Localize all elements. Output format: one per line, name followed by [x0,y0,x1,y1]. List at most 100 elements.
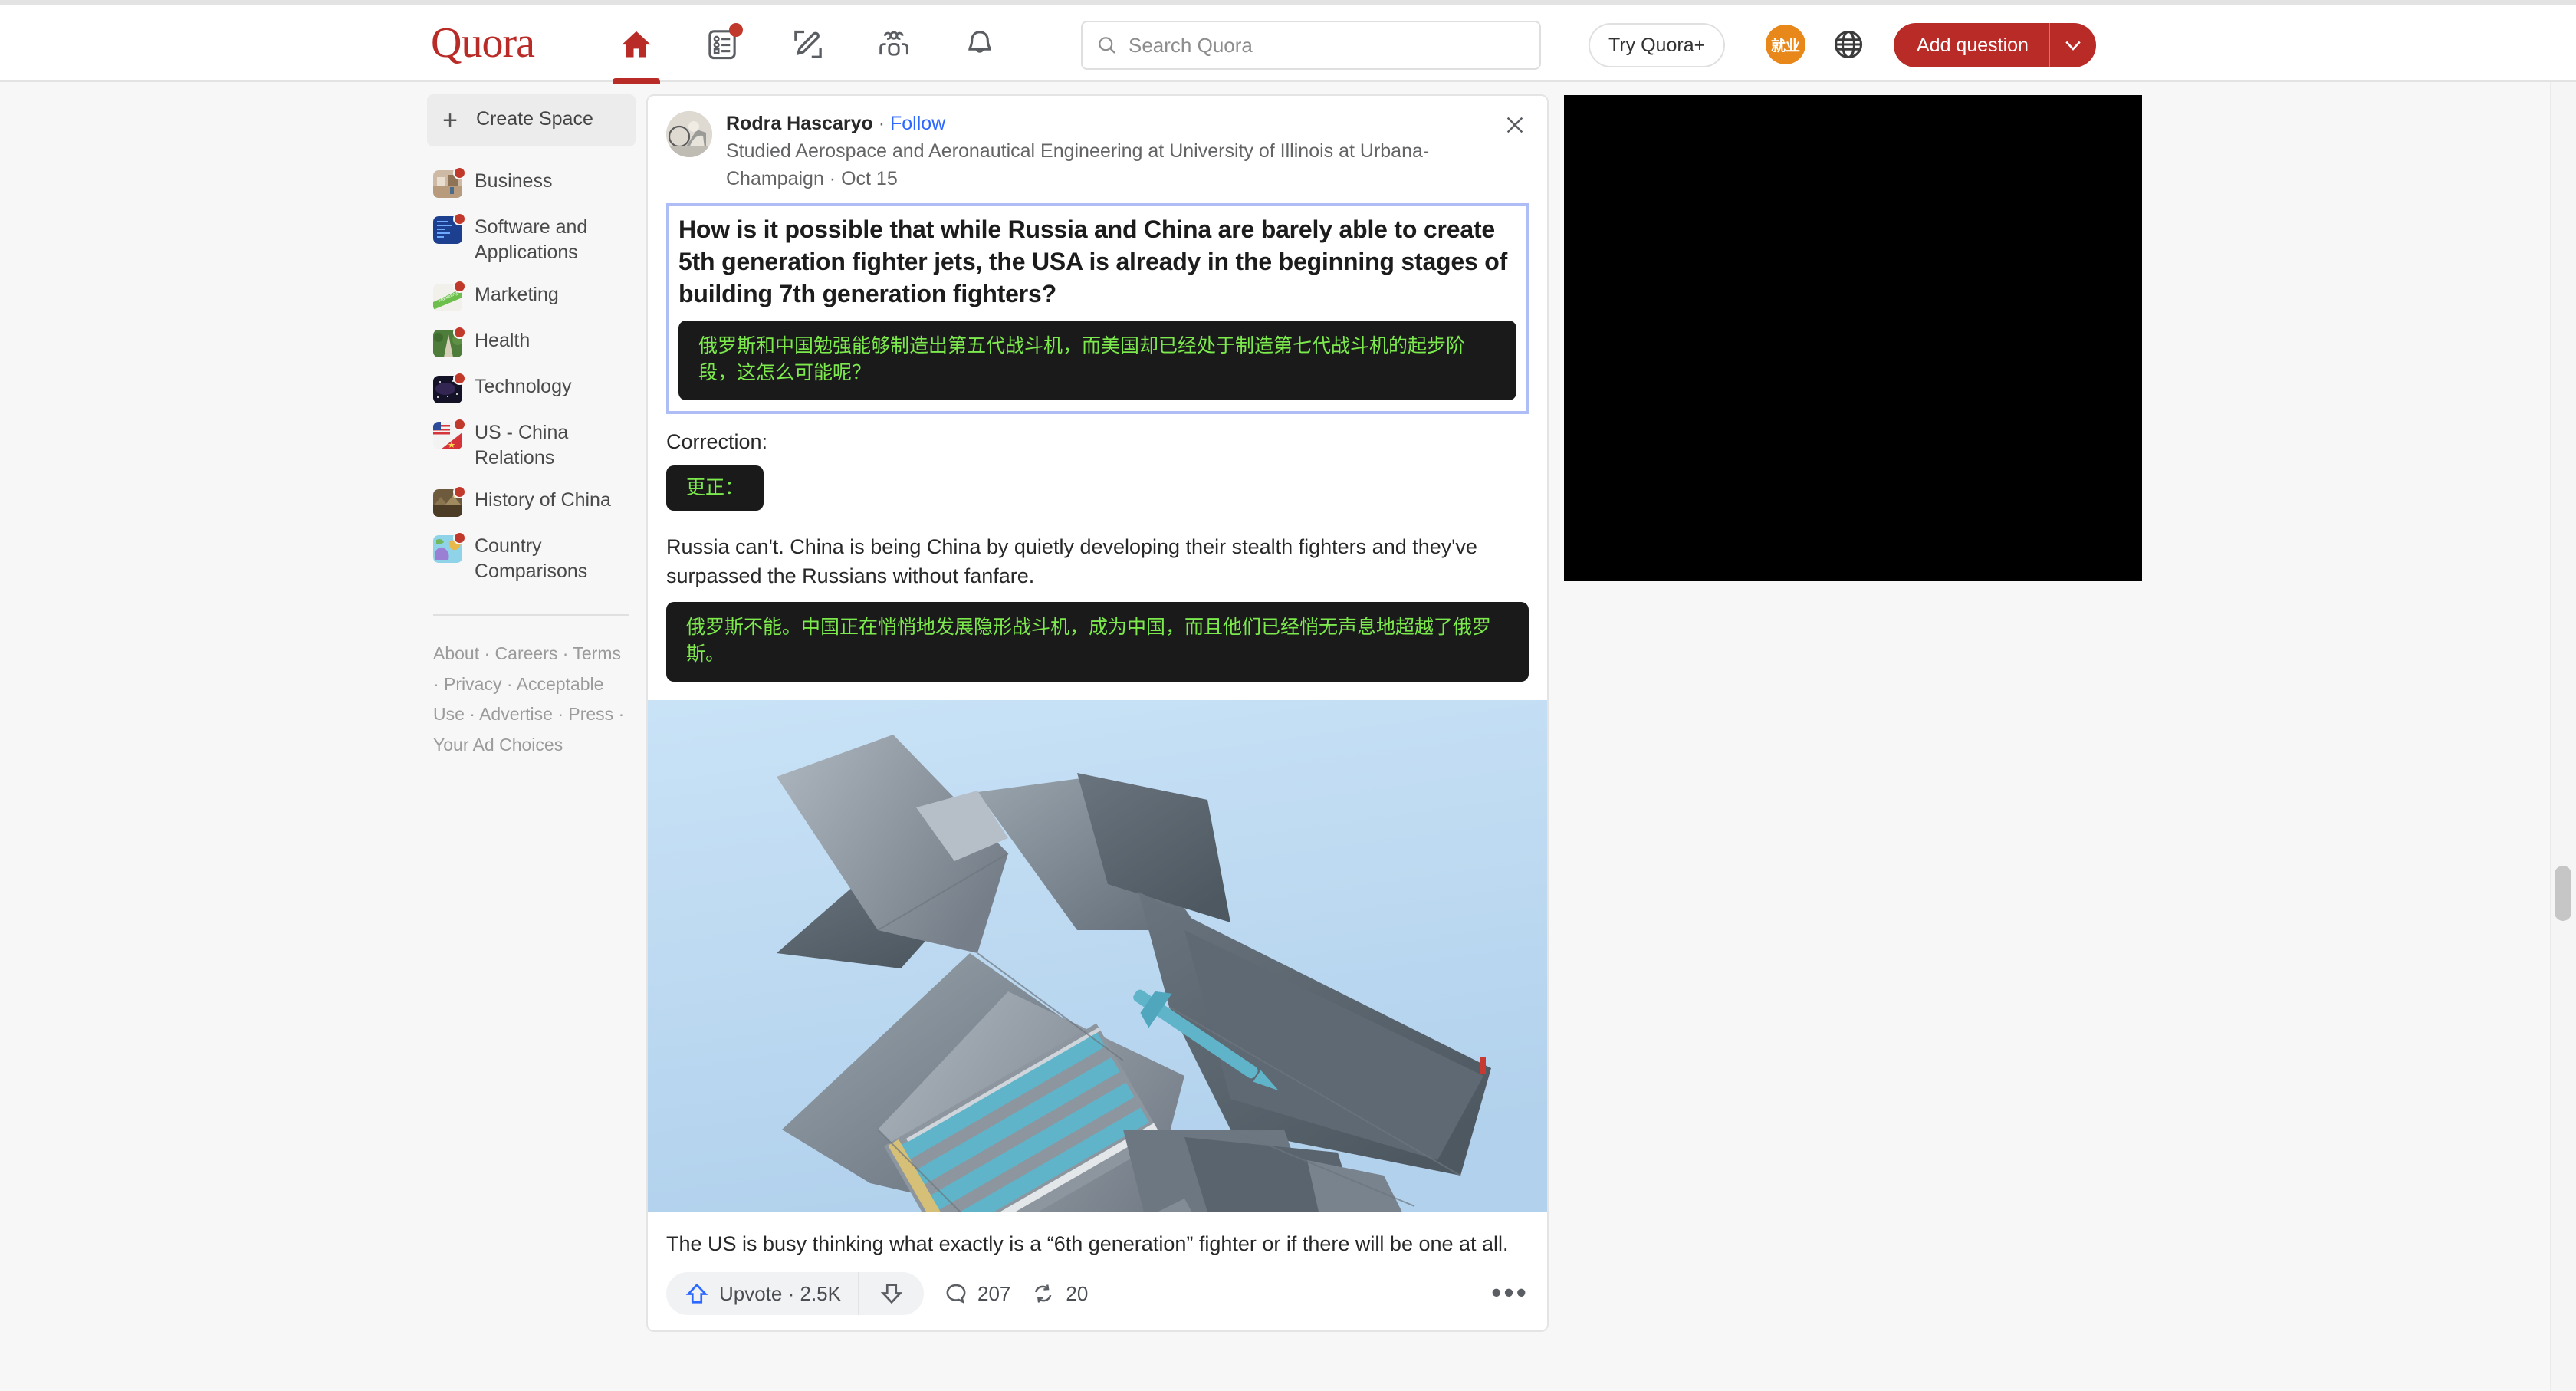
active-tab-indicator [613,78,660,84]
share-button[interactable]: 20 [1030,1281,1088,1306]
author-name[interactable]: Rodra Hascaryo [726,113,873,134]
sidebar-item-label: Business [475,170,553,192]
add-question-button[interactable]: Add question [1894,23,2096,67]
post-body-paragraph: Russia can't. China is being China by qu… [666,535,1477,588]
correction-label: Correction: [666,429,768,453]
plus-icon: + [442,106,458,135]
sidebar-item-label: Marketing [475,284,559,305]
post-header: Rodra Hascaryo · Follow Studied Aerospac… [648,96,1547,192]
write-pencil-icon [794,30,822,58]
question-highlight-box[interactable]: How is it possible that while Russia and… [666,203,1529,414]
language-button[interactable] [1829,25,1868,64]
globe-icon [1834,30,1863,59]
more-options-button[interactable]: ••• [1491,1278,1529,1307]
post-caption: The US is busy thinking what exactly is … [666,1232,1509,1255]
user-avatar[interactable]: 就业 [1766,25,1806,64]
question-title[interactable]: How is it possible that while Russia and… [678,214,1516,311]
ad-panel[interactable] [1564,95,2142,581]
follow-link[interactable]: Follow [890,113,945,134]
sidebar-divider [433,614,629,616]
sidebar-item-software-and-applications[interactable]: Software and Applications [427,206,636,274]
space-thumbnail [433,372,466,403]
post-byline: Rodra Hascaryo · Follow Studied Aerospac… [726,111,1529,192]
spaces-people-icon [879,31,909,56]
repost-share-icon [1035,1284,1052,1303]
sidebar-item-label: Software and Applications [475,216,588,263]
sidebar-item-us-china-relations[interactable]: US - China Relations [427,412,636,479]
upvote-button[interactable]: Upvote · 2.5K [666,1281,858,1306]
question-translation-overlay: 俄罗斯和中国勉强能够制造出第五代战斗机，而美国却已经处于制造第七代战斗机的起步阶… [678,320,1516,400]
sidebar-item-health[interactable]: Health [427,320,636,366]
page-scrollbar-thumb[interactable] [2555,866,2571,921]
create-space-button[interactable]: + Create Space [427,94,636,146]
bell-icon [968,31,991,53]
space-notification-dot [453,326,466,339]
fighter-jet-image [648,699,1547,1212]
add-question-dropdown[interactable] [2050,34,2096,57]
correction-translation-overlay: 更正： [666,465,764,511]
space-notification-dot [453,485,466,498]
downvote-button[interactable] [859,1281,924,1306]
answers-notification-badge [729,23,743,37]
upvote-arrow-icon [685,1283,708,1304]
search-input[interactable] [1129,33,1526,58]
byline-separator: · [872,113,890,134]
comment-button[interactable]: 207 [944,1281,1010,1306]
sidebar-item-label: Health [475,330,531,351]
try-quora-plus-button[interactable]: Try Quora+ [1589,23,1726,67]
space-thumbnail: Marketing [433,280,466,311]
post-card: Rodra Hascaryo · Follow Studied Aerospac… [646,94,1549,1333]
vote-group: Upvote · 2.5K [666,1272,924,1316]
space-notification-dot [453,280,466,293]
quora-logo[interactable]: Quora [431,18,535,67]
body-translation-overlay: 俄罗斯不能。中国正在悄悄地发展隐形战斗机，成为中国，而且他们已经悄无声息地超越了… [666,601,1529,682]
share-count: 20 [1066,1281,1089,1305]
sidebar-item-label: US - China Relations [475,422,569,469]
comment-bubble-icon [946,1284,966,1304]
space-thumbnail [433,212,466,244]
space-thumbnail [433,418,466,449]
author-line: Rodra Hascaryo · Follow [726,111,1495,136]
space-thumbnail [433,531,466,563]
sidebar-item-country-comparisons[interactable]: Country Comparisons [427,525,636,593]
nav-notifications[interactable] [957,21,1003,67]
page-scrollbar-track[interactable] [2550,82,2576,1391]
nav-answers[interactable] [699,21,745,67]
sidebar-footer-links[interactable]: About · Careers · Terms · Privacy · Acce… [427,639,636,760]
correction-translation-wrap: 更正： [666,465,1529,511]
post-image[interactable] [648,699,1547,1212]
left-sidebar: + Create Space Business Software and App… [427,94,636,760]
search-icon [1099,37,1116,54]
chevron-down-icon [2065,41,2081,51]
space-thumbnail [433,326,466,357]
sidebar-item-history-of-china[interactable]: History of China [427,479,636,525]
space-notification-dot [453,531,466,544]
space-thumbnail [433,485,466,517]
add-question-label: Add question [1917,34,2029,56]
close-post-button[interactable] [1500,110,1530,140]
nav-spaces[interactable] [871,21,917,67]
upvote-label: Upvote · 2.5K [719,1281,841,1305]
sidebar-item-label: Technology [475,376,572,397]
space-notification-dot [453,212,466,225]
sidebar-item-technology[interactable]: Technology [427,366,636,412]
top-navigation-bar: Quora Search Quora Try Quora+ 就业 Add que… [0,0,2576,84]
nav-write[interactable] [785,21,831,67]
space-notification-dot [453,418,466,431]
sidebar-item-label: Country Comparisons [475,535,588,582]
search-bar[interactable] [1081,21,1541,70]
sidebar-item-marketing[interactable]: Marketing Marketing [427,274,636,320]
space-thumbnail [433,166,466,198]
comment-count: 207 [977,1281,1011,1305]
author-avatar[interactable] [666,111,712,157]
home-icon [622,31,651,58]
space-notification-dot [453,166,466,179]
space-notification-dot [453,372,466,385]
post-action-bar: Upvote · 2.5K 207 20 ••• [666,1272,1529,1316]
sidebar-item-label: History of China [475,489,611,511]
create-space-label: Create Space [476,108,593,130]
downvote-arrow-icon [880,1284,903,1304]
sidebar-item-business[interactable]: Business [427,160,636,206]
close-icon [1506,117,1523,133]
nav-home[interactable] [613,21,660,84]
